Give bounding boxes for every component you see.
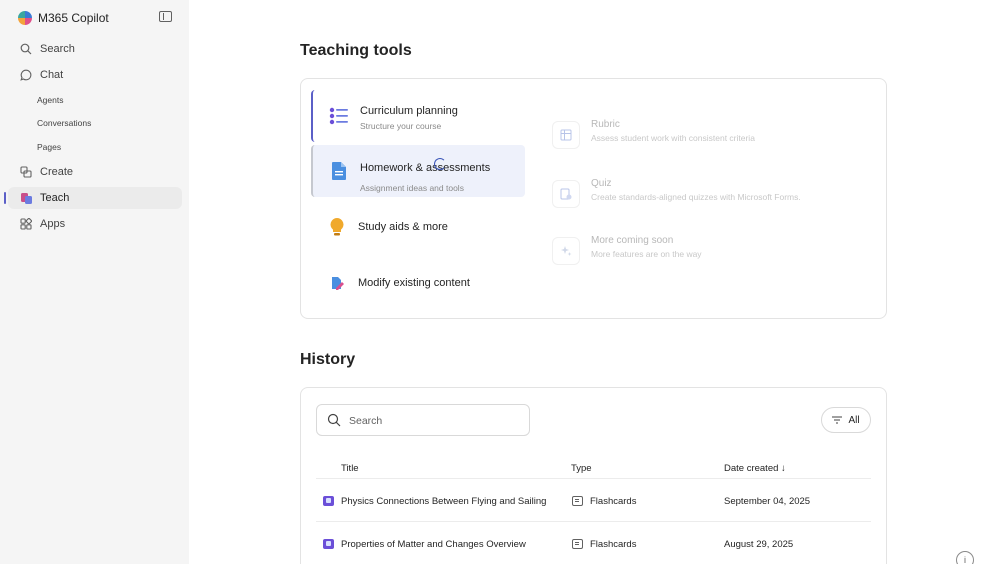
active-indicator [4, 192, 6, 204]
table-icon [552, 121, 580, 149]
chat-icon [19, 68, 33, 82]
sidebar-item-label: Create [40, 166, 74, 178]
tool-homework-assessments[interactable]: Homework & assessments Assignment ideas … [311, 145, 525, 197]
sidebar-item-label: Apps [40, 218, 66, 230]
option-subtitle: Create standards-aligned quizzes with Mi… [591, 192, 801, 202]
flashcard-item-icon [323, 496, 334, 506]
tool-study-aids[interactable]: Study aids & more [311, 201, 525, 253]
tool-subtitle: Assignment ideas and tools [360, 183, 464, 193]
lightbulb-icon [327, 217, 347, 237]
sidebar-item-agents[interactable]: Agents [37, 95, 63, 105]
column-header-type[interactable]: Type [571, 463, 592, 474]
row-title[interactable]: Properties of Matter and Changes Overvie… [341, 539, 526, 550]
history-heading: History [300, 351, 356, 368]
sidebar: M365 Copilot Search Chat Agents Conversa… [0, 0, 189, 564]
tool-title: Study aids & more [358, 221, 448, 233]
create-icon [19, 165, 33, 179]
row-title[interactable]: Physics Connections Between Flying and S… [341, 496, 546, 507]
option-title: Rubric [591, 119, 620, 130]
info-icon[interactable]: i [956, 551, 974, 564]
filter-all-button[interactable]: All [821, 407, 871, 433]
loading-cursor-icon [434, 158, 446, 170]
row-type: Flashcards [590, 496, 637, 507]
sidebar-item-pages[interactable]: Pages [37, 142, 61, 152]
tool-title: Curriculum planning [360, 105, 458, 117]
history-search[interactable] [316, 404, 530, 436]
column-header-date[interactable]: Date created ↓ [724, 463, 786, 474]
sidebar-item-apps[interactable]: Apps [8, 213, 182, 235]
sidebar-item-label: Chat [40, 69, 64, 81]
sparkle-icon [552, 237, 580, 265]
app-brand[interactable]: M365 Copilot [18, 9, 109, 27]
teach-icon [19, 191, 33, 205]
list-icon [329, 106, 349, 126]
tool-title: Modify existing content [358, 277, 470, 289]
row-date: August 29, 2025 [724, 539, 794, 550]
flashcard-item-icon [323, 539, 334, 549]
flashcards-type-icon [572, 539, 583, 549]
row-date: September 04, 2025 [724, 496, 811, 507]
search-input[interactable] [349, 412, 519, 430]
tool-subtitle: Structure your course [360, 121, 442, 131]
sidebar-item-chat[interactable]: Chat [8, 64, 182, 86]
filter-icon [832, 416, 843, 424]
option-title: More coming soon [591, 235, 674, 246]
filter-label: All [848, 414, 860, 426]
search-icon [19, 42, 33, 56]
option-rubric[interactable]: Rubric Assess student work with consiste… [552, 115, 874, 155]
column-header-title[interactable]: Title [341, 463, 359, 474]
sidebar-item-conversations[interactable]: Conversations [37, 118, 91, 128]
option-title: Quiz [591, 178, 612, 189]
app-title: M365 Copilot [38, 11, 109, 25]
tool-title: Homework & assessments [360, 162, 491, 174]
teaching-tools-heading: Teaching tools [300, 42, 412, 59]
sidebar-item-label: Search [40, 43, 75, 55]
quiz-icon [552, 180, 580, 208]
option-more-coming-soon: More coming soon More features are on th… [552, 231, 874, 271]
flashcards-type-icon [572, 496, 583, 506]
edit-document-icon [327, 273, 347, 293]
document-icon [329, 161, 349, 181]
tool-modify-content[interactable]: Modify existing content [311, 257, 525, 309]
sidebar-item-create[interactable]: Create [8, 161, 182, 183]
option-quiz[interactable]: Quiz Create standards-aligned quizzes wi… [552, 174, 874, 214]
copilot-logo-icon [18, 11, 32, 25]
option-subtitle: Assess student work with consistent crit… [591, 133, 755, 143]
sidebar-item-teach[interactable]: Teach [8, 187, 182, 209]
row-type: Flashcards [590, 539, 637, 550]
divider [316, 521, 871, 522]
sidebar-item-search[interactable]: Search [8, 38, 182, 60]
sidebar-item-label: Teach [40, 192, 70, 204]
apps-icon [19, 217, 33, 231]
divider [316, 478, 871, 479]
option-subtitle: More features are on the way [591, 249, 702, 259]
sidebar-toggle-icon[interactable] [159, 11, 172, 22]
tool-curriculum-planning[interactable]: Curriculum planning Structure your cours… [311, 90, 525, 142]
search-icon [327, 413, 341, 427]
